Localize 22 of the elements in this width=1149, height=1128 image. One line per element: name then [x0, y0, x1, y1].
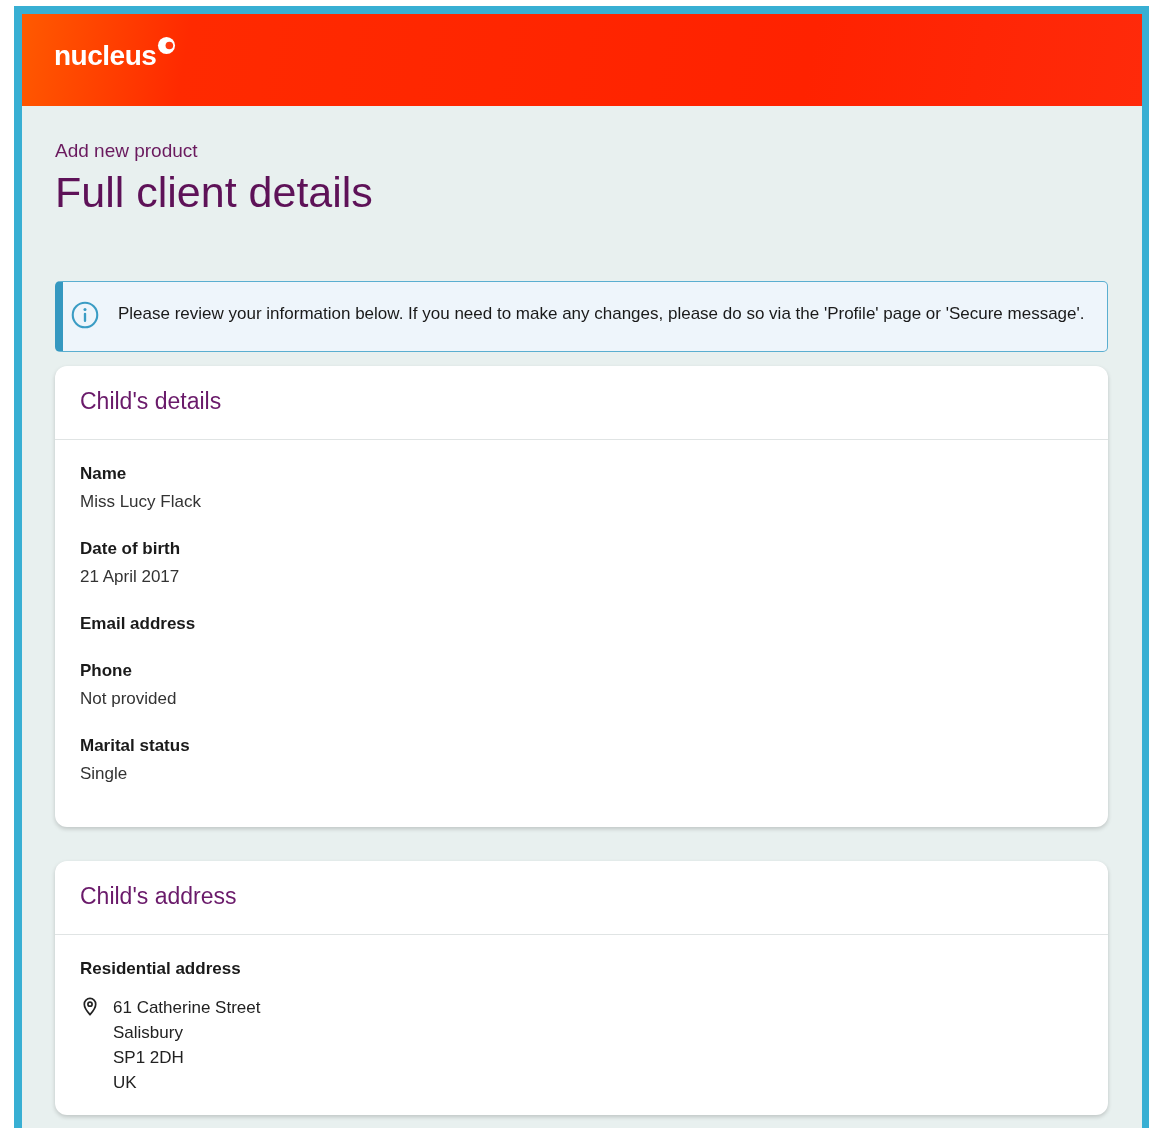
location-pin-icon: [82, 997, 98, 1016]
logo[interactable]: nucleus: [54, 36, 177, 72]
field-label: Residential address: [80, 958, 242, 980]
section-title: Child's address: [55, 861, 1108, 935]
section-title: Child's details: [55, 366, 1108, 440]
field-label: Email address: [80, 613, 197, 635]
address-line: Salisbury: [113, 1022, 184, 1044]
field-label: Name: [80, 463, 128, 485]
address-line: SP1 2DH: [113, 1047, 185, 1069]
field-label: Date of birth: [80, 538, 182, 560]
address-line: 61 Catherine Street: [113, 997, 261, 1019]
page-title: Full client details: [55, 168, 374, 217]
field-label: Marital status: [80, 735, 191, 757]
field-label: Phone: [80, 660, 133, 682]
page-eyebrow: Add new product: [55, 140, 199, 162]
field-value: 21 April 2017: [80, 566, 181, 588]
info-message: Please review your information below. If you need to make any changes, please do so via the 'Profile' page or 'Secure message'.: [118, 303, 1085, 325]
address-line: UK: [113, 1072, 138, 1094]
field-value: Single: [80, 763, 129, 785]
field-value: Miss Lucy Flack: [80, 491, 202, 513]
info-icon: [71, 301, 99, 329]
field-value: Not provided: [80, 688, 178, 710]
